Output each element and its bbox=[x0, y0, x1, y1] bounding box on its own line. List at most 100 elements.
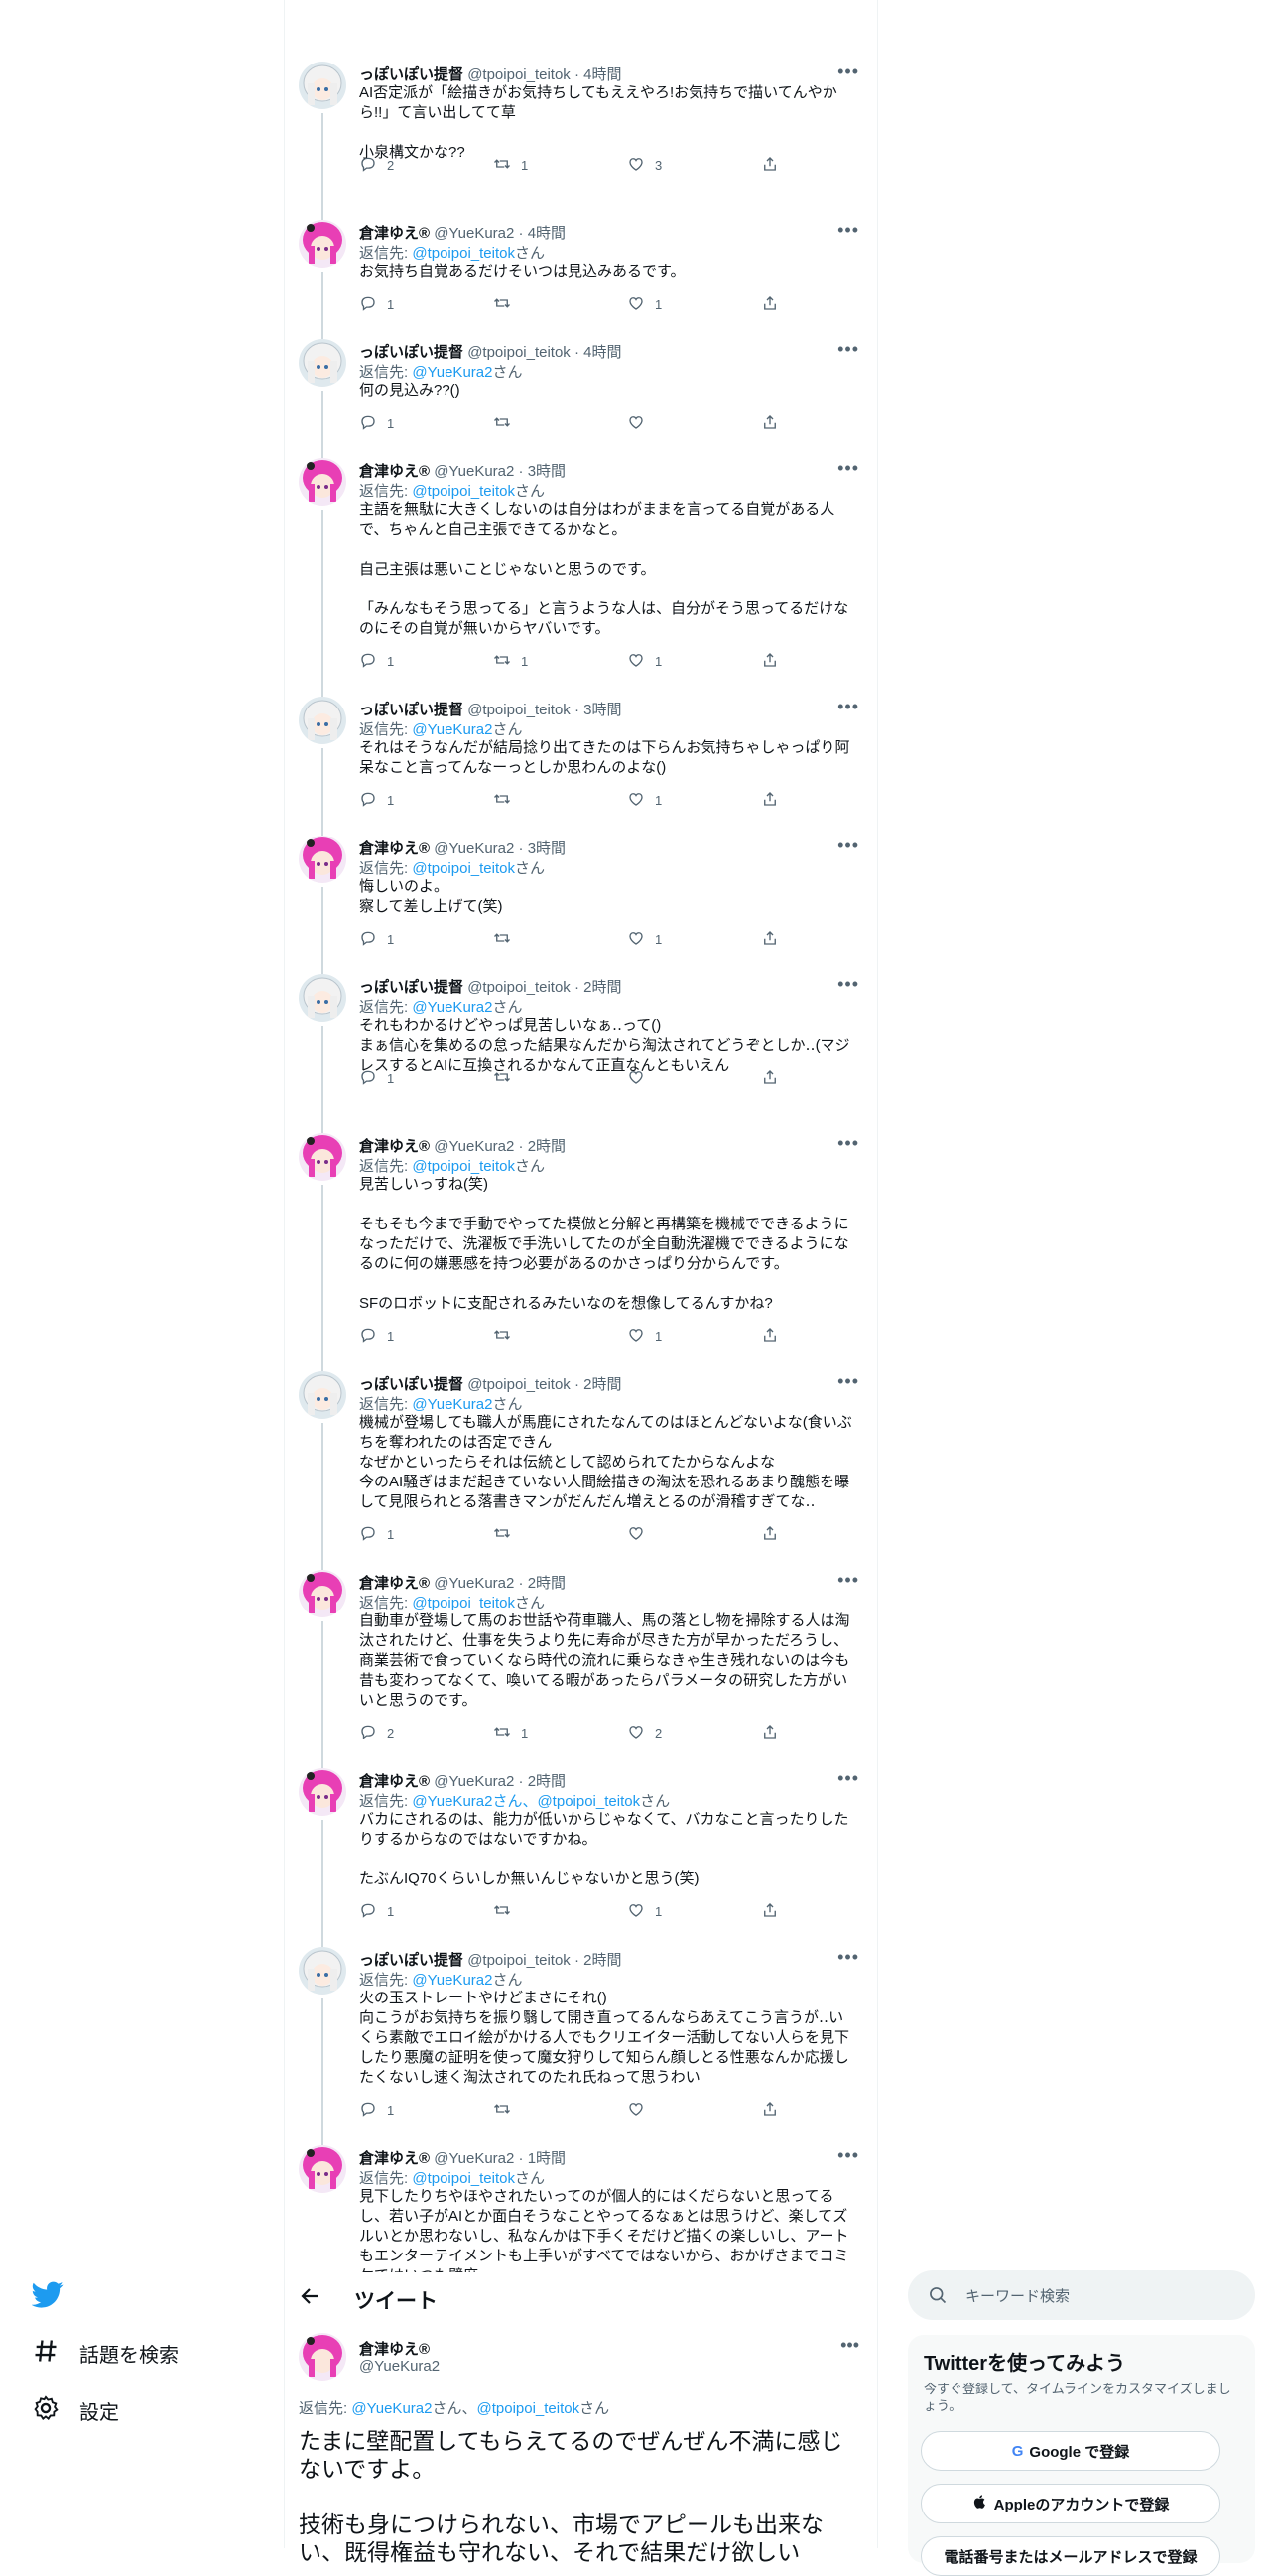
tweet-item[interactable]: っぽいぽい提督 @tpoipoi_teitok · 3時間 ••• 返信先: @Yu… bbox=[285, 697, 877, 836]
avatar[interactable] bbox=[299, 1133, 346, 1181]
reply-mention-link[interactable]: @tpoipoi_teitok bbox=[412, 1595, 515, 1611]
tweet-time[interactable]: · 4時間 bbox=[519, 225, 567, 242]
author-name[interactable]: 倉津ゆえ® bbox=[359, 2150, 430, 2167]
more-options-icon[interactable]: ••• bbox=[840, 2335, 859, 2356]
share-button[interactable] bbox=[761, 2100, 779, 2121]
author-handle[interactable]: @YueKura2 bbox=[434, 1773, 514, 1790]
share-button[interactable] bbox=[761, 1068, 779, 1089]
author-name[interactable]: 倉津ゆえ® bbox=[359, 840, 430, 857]
reply-mention-link[interactable]: @tpoipoi_teitok bbox=[476, 2400, 579, 2417]
reply-button[interactable]: 1 bbox=[359, 1524, 394, 1545]
more-options-icon[interactable]: ••• bbox=[837, 1133, 859, 1154]
reply-mention-link[interactable]: @YueKura2 bbox=[412, 364, 492, 381]
author-handle[interactable]: @YueKura2 bbox=[434, 225, 514, 242]
reply-mention-link[interactable]: @tpoipoi_teitok bbox=[412, 245, 515, 262]
author-handle[interactable]: @YueKura2 bbox=[434, 840, 514, 857]
author-name[interactable]: っぽいぽい提督 bbox=[359, 344, 463, 361]
tweet-item[interactable]: 倉津ゆえ® @YueKura2 · 3時間 ••• 返信先: @tpoipoi_te… bbox=[285, 458, 877, 697]
tweet-item[interactable]: っぽいぽい提督 @tpoipoi_teitok · 2時間 ••• 返信先: @Yu… bbox=[285, 1947, 877, 2145]
like-button[interactable] bbox=[627, 413, 655, 434]
tweet-time[interactable]: · 3時間 bbox=[519, 463, 567, 480]
apple-signup-button[interactable]: Appleのアカウントで登録 bbox=[921, 2484, 1220, 2523]
tweet-item[interactable]: 倉津ゆえ® @YueKura2 · 2時間 ••• 返信先: @tpoipoi_te… bbox=[285, 1570, 877, 1768]
retweet-button[interactable] bbox=[493, 1068, 521, 1089]
tweet-time[interactable]: · 4時間 bbox=[574, 344, 622, 361]
author-name[interactable]: っぽいぽい提督 bbox=[359, 1952, 463, 1969]
author-name[interactable]: 倉津ゆえ® bbox=[359, 1773, 430, 1790]
reply-thread[interactable]: っぽいぽい提督 @tpoipoi_teitok · 4時間 ••• AI否定派が「絵… bbox=[285, 0, 877, 2272]
retweet-button[interactable]: 1 bbox=[493, 651, 528, 672]
share-button[interactable] bbox=[761, 790, 779, 811]
tweet-item[interactable]: 倉津ゆえ® @YueKura2 · 4時間 ••• 返信先: @tpoipoi_te… bbox=[285, 220, 877, 339]
like-button[interactable] bbox=[627, 2100, 655, 2121]
author-name[interactable]: 倉津ゆえ® bbox=[359, 463, 430, 480]
share-button[interactable] bbox=[761, 651, 779, 672]
retweet-button[interactable] bbox=[493, 413, 521, 434]
tweet-time[interactable]: · 2時間 bbox=[519, 1773, 567, 1790]
share-button[interactable] bbox=[761, 294, 779, 315]
like-button[interactable]: 1 bbox=[627, 651, 662, 672]
share-button[interactable] bbox=[761, 1524, 779, 1545]
like-button[interactable]: 1 bbox=[627, 1326, 662, 1347]
more-options-icon[interactable]: ••• bbox=[837, 62, 859, 82]
author-handle[interactable]: @YueKura2 bbox=[434, 463, 514, 480]
more-options-icon[interactable]: ••• bbox=[837, 339, 859, 360]
author-handle[interactable]: @YueKura2 bbox=[434, 1138, 514, 1155]
more-options-icon[interactable]: ••• bbox=[837, 220, 859, 241]
reply-button[interactable]: 1 bbox=[359, 1901, 394, 1922]
tweet-time[interactable]: · 2時間 bbox=[519, 1138, 567, 1155]
more-options-icon[interactable]: ••• bbox=[837, 1947, 859, 1968]
share-button[interactable] bbox=[761, 1901, 779, 1922]
avatar[interactable] bbox=[299, 1570, 346, 1617]
author-handle[interactable]: @tpoipoi_teitok bbox=[467, 344, 571, 361]
share-button[interactable] bbox=[761, 155, 779, 176]
more-options-icon[interactable]: ••• bbox=[837, 974, 859, 995]
author-name[interactable]: 倉津ゆえ® bbox=[359, 2338, 430, 2359]
reply-mention-link[interactable]: @tpoipoi_teitok bbox=[412, 860, 515, 877]
phone-signup-button[interactable]: 電話番号またはメールアドレスで登録 bbox=[921, 2536, 1220, 2576]
more-options-icon[interactable]: ••• bbox=[837, 1570, 859, 1591]
retweet-button[interactable] bbox=[493, 1326, 521, 1347]
like-button[interactable]: 2 bbox=[627, 1723, 662, 1743]
retweet-button[interactable] bbox=[493, 929, 521, 950]
share-button[interactable] bbox=[761, 413, 779, 434]
tweet-item[interactable]: 倉津ゆえ® @YueKura2 · 1時間 ••• 返信先: @tpoipoi_te… bbox=[285, 2145, 877, 2272]
reply-mention-link[interactable]: @YueKura2さん、@tpoipoi_teitok bbox=[412, 1793, 640, 1810]
more-options-icon[interactable]: ••• bbox=[837, 1768, 859, 1789]
author-name[interactable]: 倉津ゆえ® bbox=[359, 225, 430, 242]
nav-item-explore[interactable]: 話題を検索 bbox=[32, 2337, 179, 2370]
reply-mention-link[interactable]: @tpoipoi_teitok bbox=[412, 1158, 515, 1175]
avatar[interactable] bbox=[299, 697, 346, 744]
retweet-button[interactable] bbox=[493, 1524, 521, 1545]
share-button[interactable] bbox=[761, 929, 779, 950]
author-handle[interactable]: @YueKura2 bbox=[359, 2358, 440, 2375]
avatar[interactable] bbox=[299, 458, 346, 506]
retweet-button[interactable] bbox=[493, 2100, 521, 2121]
more-options-icon[interactable]: ••• bbox=[837, 836, 859, 856]
retweet-button[interactable] bbox=[493, 294, 521, 315]
like-button[interactable] bbox=[627, 1524, 655, 1545]
tweet-item[interactable]: っぽいぽい提督 @tpoipoi_teitok · 2時間 ••• 返信先: @Yu… bbox=[285, 1371, 877, 1570]
like-button[interactable] bbox=[627, 1068, 655, 1089]
avatar[interactable] bbox=[299, 62, 346, 109]
more-options-icon[interactable]: ••• bbox=[837, 697, 859, 717]
google-signup-button[interactable]: G Google で登録 bbox=[921, 2431, 1220, 2471]
author-handle[interactable]: @tpoipoi_teitok bbox=[467, 1952, 571, 1969]
reply-mention-link[interactable]: @YueKura2 bbox=[412, 999, 492, 1016]
search-input[interactable]: キーワード検索 bbox=[908, 2270, 1255, 2320]
more-options-icon[interactable]: ••• bbox=[837, 458, 859, 479]
tweet-time[interactable]: · 3時間 bbox=[574, 702, 622, 718]
avatar[interactable] bbox=[299, 1768, 346, 1816]
tweet-time[interactable]: · 2時間 bbox=[574, 1952, 622, 1969]
author-name[interactable]: っぽいぽい提督 bbox=[359, 702, 463, 718]
reply-button[interactable]: 1 bbox=[359, 651, 394, 672]
reply-button[interactable]: 2 bbox=[359, 1723, 394, 1743]
author-name[interactable]: っぽいぽい提督 bbox=[359, 979, 463, 996]
author-handle[interactable]: @tpoipoi_teitok bbox=[467, 702, 571, 718]
author-name[interactable]: っぽいぽい提督 bbox=[359, 66, 463, 83]
reply-button[interactable]: 1 bbox=[359, 1326, 394, 1347]
reply-button[interactable]: 1 bbox=[359, 1068, 394, 1089]
tweet-time[interactable]: · 3時間 bbox=[519, 840, 567, 857]
like-button[interactable]: 3 bbox=[627, 155, 662, 176]
like-button[interactable]: 1 bbox=[627, 929, 662, 950]
